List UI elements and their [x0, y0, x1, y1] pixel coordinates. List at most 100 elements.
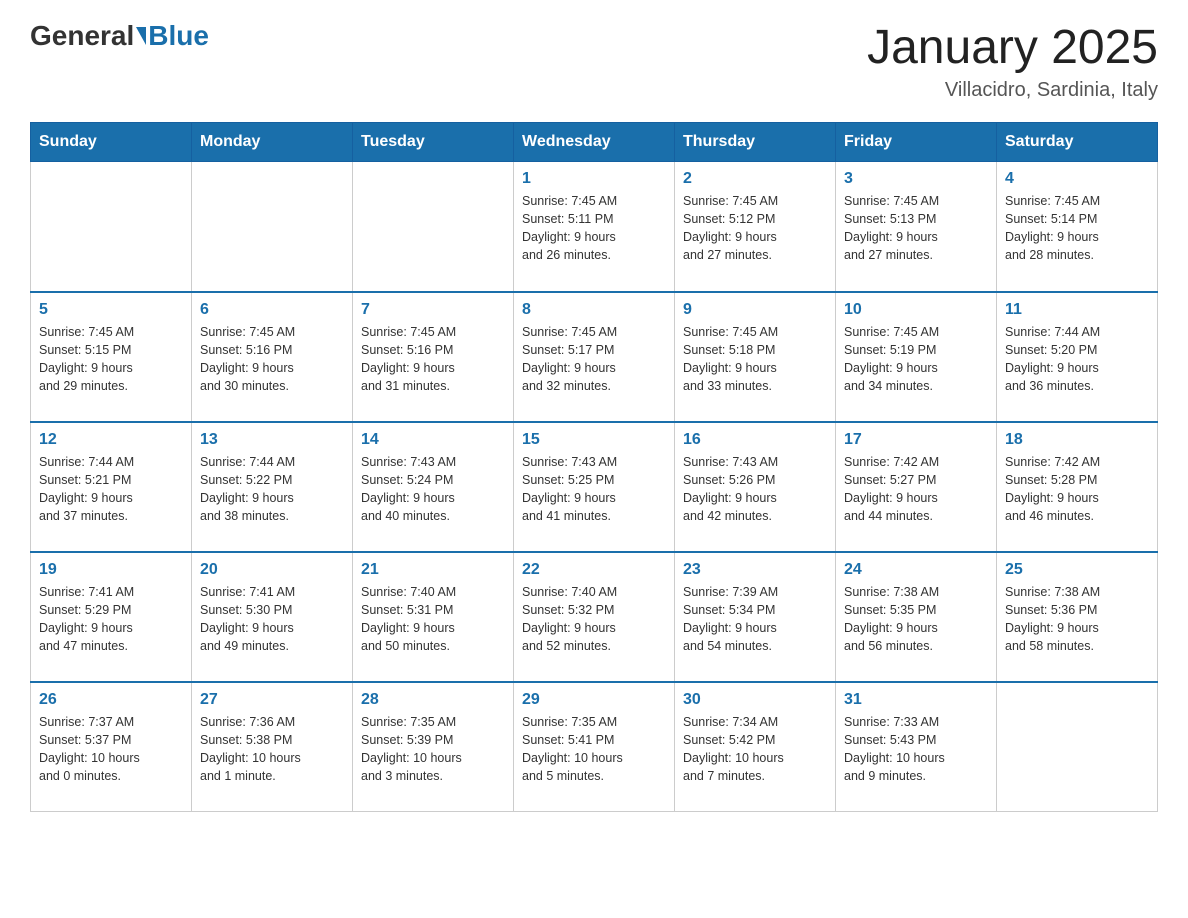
day-number: 29 [522, 691, 666, 709]
day-info: Sunrise: 7:43 AM Sunset: 5:26 PM Dayligh… [683, 453, 827, 526]
day-number: 18 [1005, 431, 1149, 449]
calendar-cell: 8 Sunrise: 7:45 AM Sunset: 5:17 PM Daylig… [514, 292, 675, 422]
logo-blue-text: Blue [148, 20, 209, 52]
weekday-header-tuesday: Tuesday [353, 123, 514, 162]
day-info: Sunrise: 7:41 AM Sunset: 5:30 PM Dayligh… [200, 583, 344, 656]
day-info: Sunrise: 7:43 AM Sunset: 5:24 PM Dayligh… [361, 453, 505, 526]
day-info: Sunrise: 7:45 AM Sunset: 5:16 PM Dayligh… [200, 323, 344, 396]
day-info: Sunrise: 7:45 AM Sunset: 5:14 PM Dayligh… [1005, 192, 1149, 265]
day-number: 16 [683, 431, 827, 449]
logo-general-text: General [30, 20, 134, 52]
day-info: Sunrise: 7:45 AM Sunset: 5:12 PM Dayligh… [683, 192, 827, 265]
day-number: 10 [844, 301, 988, 319]
day-number: 3 [844, 170, 988, 188]
calendar-week-row: 12 Sunrise: 7:44 AM Sunset: 5:21 PM Dayli… [31, 422, 1158, 552]
calendar-cell: 3 Sunrise: 7:45 AM Sunset: 5:13 PM Daylig… [836, 162, 997, 292]
calendar-cell: 28 Sunrise: 7:35 AM Sunset: 5:39 PM Dayli… [353, 682, 514, 812]
day-number: 5 [39, 301, 183, 319]
logo: General Blue [30, 20, 209, 52]
calendar-cell: 1Sunrise: 7:45 AM Sunset: 5:11 PM Daylig… [514, 162, 675, 292]
day-number: 11 [1005, 301, 1149, 319]
day-number: 7 [361, 301, 505, 319]
calendar-cell: 24 Sunrise: 7:38 AM Sunset: 5:35 PM Dayli… [836, 552, 997, 682]
day-info: Sunrise: 7:44 AM Sunset: 5:20 PM Dayligh… [1005, 323, 1149, 396]
day-info: Sunrise: 7:41 AM Sunset: 5:29 PM Dayligh… [39, 583, 183, 656]
calendar-table: SundayMondayTuesdayWednesdayThursdayFrid… [30, 122, 1158, 812]
day-info: Sunrise: 7:35 AM Sunset: 5:41 PM Dayligh… [522, 713, 666, 786]
day-number: 2 [683, 170, 827, 188]
calendar-cell: 12 Sunrise: 7:44 AM Sunset: 5:21 PM Dayli… [31, 422, 192, 552]
day-number: 14 [361, 431, 505, 449]
day-info: Sunrise: 7:44 AM Sunset: 5:22 PM Dayligh… [200, 453, 344, 526]
calendar-cell: 30 Sunrise: 7:34 AM Sunset: 5:42 PM Dayli… [675, 682, 836, 812]
day-info: Sunrise: 7:35 AM Sunset: 5:39 PM Dayligh… [361, 713, 505, 786]
day-number: 27 [200, 691, 344, 709]
calendar-cell [997, 682, 1158, 812]
calendar-cell: 7 Sunrise: 7:45 AM Sunset: 5:16 PM Daylig… [353, 292, 514, 422]
day-info: Sunrise: 7:33 AM Sunset: 5:43 PM Dayligh… [844, 713, 988, 786]
calendar-cell: 11 Sunrise: 7:44 AM Sunset: 5:20 PM Dayli… [997, 292, 1158, 422]
day-info: Sunrise: 7:45 AM Sunset: 5:18 PM Dayligh… [683, 323, 827, 396]
location-text: Villacidro, Sardinia, Italy [867, 79, 1158, 102]
day-info: Sunrise: 7:45 AM Sunset: 5:19 PM Dayligh… [844, 323, 988, 396]
title-section: January 2025 Villacidro, Sardinia, Italy [867, 20, 1158, 102]
weekday-header-sunday: Sunday [31, 123, 192, 162]
day-number: 22 [522, 561, 666, 579]
calendar-cell: 23 Sunrise: 7:39 AM Sunset: 5:34 PM Dayli… [675, 552, 836, 682]
calendar-week-row: 19 Sunrise: 7:41 AM Sunset: 5:29 PM Dayli… [31, 552, 1158, 682]
logo-triangle-icon [136, 27, 146, 45]
day-info: Sunrise: 7:45 AM Sunset: 5:17 PM Dayligh… [522, 323, 666, 396]
calendar-header-row: SundayMondayTuesdayWednesdayThursdayFrid… [31, 123, 1158, 162]
day-info: Sunrise: 7:37 AM Sunset: 5:37 PM Dayligh… [39, 713, 183, 786]
day-info: Sunrise: 7:38 AM Sunset: 5:36 PM Dayligh… [1005, 583, 1149, 656]
calendar-cell: 2 Sunrise: 7:45 AM Sunset: 5:12 PM Daylig… [675, 162, 836, 292]
calendar-cell: 6Sunrise: 7:45 AM Sunset: 5:16 PM Daylig… [192, 292, 353, 422]
day-info: Sunrise: 7:43 AM Sunset: 5:25 PM Dayligh… [522, 453, 666, 526]
day-number: 24 [844, 561, 988, 579]
calendar-cell: 31 Sunrise: 7:33 AM Sunset: 5:43 PM Dayli… [836, 682, 997, 812]
day-number: 20 [200, 561, 344, 579]
calendar-cell: 16 Sunrise: 7:43 AM Sunset: 5:26 PM Dayli… [675, 422, 836, 552]
calendar-cell [192, 162, 353, 292]
day-number: 15 [522, 431, 666, 449]
day-info: Sunrise: 7:34 AM Sunset: 5:42 PM Dayligh… [683, 713, 827, 786]
day-info: Sunrise: 7:42 AM Sunset: 5:28 PM Dayligh… [1005, 453, 1149, 526]
calendar-cell: 21 Sunrise: 7:40 AM Sunset: 5:31 PM Dayli… [353, 552, 514, 682]
day-info: Sunrise: 7:45 AM Sunset: 5:15 PM Dayligh… [39, 323, 183, 396]
day-number: 17 [844, 431, 988, 449]
weekday-header-thursday: Thursday [675, 123, 836, 162]
day-info: Sunrise: 7:40 AM Sunset: 5:32 PM Dayligh… [522, 583, 666, 656]
day-number: 30 [683, 691, 827, 709]
calendar-week-row: 1Sunrise: 7:45 AM Sunset: 5:11 PM Daylig… [31, 162, 1158, 292]
day-info: Sunrise: 7:45 AM Sunset: 5:13 PM Dayligh… [844, 192, 988, 265]
day-info: Sunrise: 7:45 AM Sunset: 5:16 PM Dayligh… [361, 323, 505, 396]
weekday-header-saturday: Saturday [997, 123, 1158, 162]
day-number: 8 [522, 301, 666, 319]
day-number: 25 [1005, 561, 1149, 579]
calendar-cell [353, 162, 514, 292]
calendar-cell: 10 Sunrise: 7:45 AM Sunset: 5:19 PM Dayli… [836, 292, 997, 422]
calendar-cell: 14 Sunrise: 7:43 AM Sunset: 5:24 PM Dayli… [353, 422, 514, 552]
calendar-cell: 17 Sunrise: 7:42 AM Sunset: 5:27 PM Dayli… [836, 422, 997, 552]
day-info: Sunrise: 7:38 AM Sunset: 5:35 PM Dayligh… [844, 583, 988, 656]
day-info: Sunrise: 7:40 AM Sunset: 5:31 PM Dayligh… [361, 583, 505, 656]
page-header: General Blue January 2025 Villacidro, Sa… [30, 20, 1158, 102]
calendar-cell: 27 Sunrise: 7:36 AM Sunset: 5:38 PM Dayli… [192, 682, 353, 812]
day-number: 31 [844, 691, 988, 709]
day-number: 28 [361, 691, 505, 709]
day-info: Sunrise: 7:42 AM Sunset: 5:27 PM Dayligh… [844, 453, 988, 526]
day-number: 21 [361, 561, 505, 579]
calendar-cell: 4 Sunrise: 7:45 AM Sunset: 5:14 PM Daylig… [997, 162, 1158, 292]
day-info: Sunrise: 7:44 AM Sunset: 5:21 PM Dayligh… [39, 453, 183, 526]
calendar-week-row: 26Sunrise: 7:37 AM Sunset: 5:37 PM Dayli… [31, 682, 1158, 812]
day-info: Sunrise: 7:39 AM Sunset: 5:34 PM Dayligh… [683, 583, 827, 656]
day-number: 1 [522, 170, 666, 188]
day-number: 19 [39, 561, 183, 579]
calendar-cell: 26Sunrise: 7:37 AM Sunset: 5:37 PM Dayli… [31, 682, 192, 812]
day-number: 12 [39, 431, 183, 449]
calendar-week-row: 5 Sunrise: 7:45 AM Sunset: 5:15 PM Daylig… [31, 292, 1158, 422]
day-number: 23 [683, 561, 827, 579]
day-info: Sunrise: 7:36 AM Sunset: 5:38 PM Dayligh… [200, 713, 344, 786]
day-number: 4 [1005, 170, 1149, 188]
calendar-cell: 15 Sunrise: 7:43 AM Sunset: 5:25 PM Dayli… [514, 422, 675, 552]
